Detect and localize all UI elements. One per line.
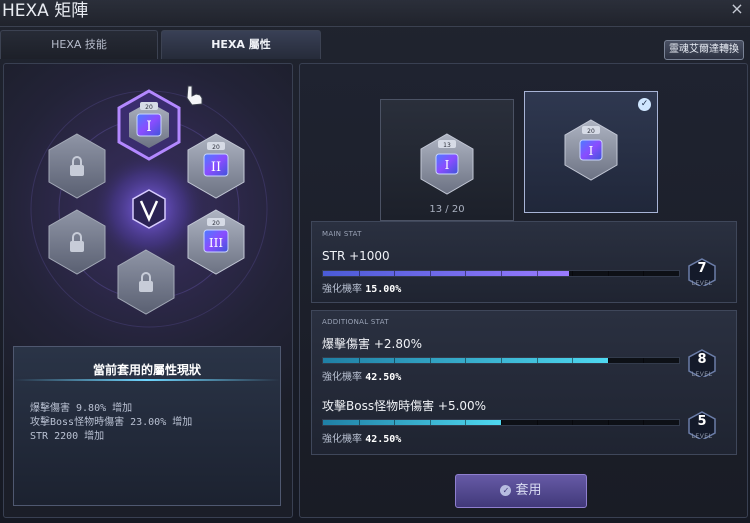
additional-stat-bar-2	[322, 419, 680, 426]
bar-segment-tick	[643, 271, 645, 276]
node-numeral: II	[211, 160, 221, 175]
bar-segment-tick	[429, 358, 431, 363]
hexa-v-emblem-icon	[132, 189, 166, 229]
probability-label: 強化機率	[322, 284, 362, 295]
bar-segment-tick	[465, 358, 467, 363]
additional-stat-level-badge-1: 8 LEVEL	[687, 349, 717, 378]
bar-segment-tick	[536, 420, 538, 425]
additional-stat-box: ADDITIONAL STAT 爆擊傷害 +2.80% 強化機率 42.50% …	[311, 310, 737, 455]
bar-segment-tick	[572, 358, 574, 363]
main-stat-name: STR +1000	[322, 249, 390, 263]
hexa-matrix-panel: I 20 II 20 III 20 當前套用的屬性現狀 爆擊傷害 9.80% 增…	[3, 63, 293, 518]
additional-stat-name-2: 攻擊Boss怪物時傷害 +5.00%	[322, 399, 487, 413]
node-level: 20	[145, 104, 153, 111]
status-divider	[14, 379, 280, 381]
bar-segment-tick	[643, 358, 645, 363]
bar-segment-tick	[501, 358, 502, 363]
bar-segment-tick	[358, 271, 360, 276]
probability-value: 15.00%	[365, 284, 402, 295]
additional-stat-label: ADDITIONAL STAT	[322, 318, 389, 326]
bar-segment-tick	[394, 271, 396, 276]
bar-segment-tick	[536, 271, 538, 276]
status-title: 當前套用的屬性現狀	[92, 363, 201, 377]
soul-erda-convert-button[interactable]: 靈魂艾爾達轉換	[664, 40, 744, 60]
stat-detail-panel: I 13 13 / 20 ✓ I 20 MAIN STAT STR +1000	[299, 63, 748, 518]
additional-stat-probability-2: 強化機率 42.50%	[322, 430, 401, 445]
hand-cursor-icon	[186, 85, 203, 106]
bar-segment-tick	[572, 420, 574, 425]
apply-button-label: 套用	[515, 483, 542, 498]
apply-button[interactable]: ✓ 套用	[455, 474, 587, 508]
bar-segment-tick	[607, 358, 609, 363]
status-item: 爆擊傷害 9.80% 增加	[30, 403, 133, 414]
tab-hexa-skill[interactable]: HEXA 技能	[0, 30, 158, 59]
additional-stat-bar-fill-2	[323, 420, 501, 425]
node-level: 20	[587, 128, 595, 135]
bar-segment-tick	[607, 271, 609, 276]
check-icon: ✓	[638, 98, 651, 111]
hexa-node-1[interactable]: I 20	[117, 89, 181, 161]
bar-segment-tick	[607, 420, 609, 425]
window-title: HEXA 矩陣	[2, 1, 89, 21]
bar-segment-tick	[643, 420, 645, 425]
current-core-card[interactable]: I 13 13 / 20	[380, 99, 514, 221]
bar-segment-tick	[429, 271, 431, 276]
bar-segment-tick	[429, 420, 431, 425]
probability-label: 強化機率	[322, 434, 362, 445]
status-item: STR 2200 增加	[30, 431, 105, 442]
bar-segment-tick	[536, 358, 538, 363]
bar-segment-tick	[358, 420, 360, 425]
tab-hexa-stat[interactable]: HEXA 屬性	[161, 30, 321, 59]
main-stat-level-badge: 7 LEVEL	[687, 258, 717, 287]
titlebar: HEXA 矩陣 ×	[0, 0, 750, 27]
bar-segment-tick	[394, 358, 396, 363]
bar-segment-tick	[465, 271, 467, 276]
level-word: LEVEL	[691, 433, 713, 440]
additional-stat-probability-1: 強化機率 42.50%	[322, 368, 401, 383]
node-numeral: I	[445, 158, 450, 172]
additional-stat-level-1: 8	[697, 352, 707, 367]
core-hex-icon: I 13	[420, 133, 474, 195]
level-word: LEVEL	[691, 280, 713, 287]
probability-value: 42.50%	[365, 434, 402, 445]
bar-segment-tick	[358, 358, 360, 363]
next-core-card[interactable]: ✓ I 20	[524, 91, 658, 213]
main-stat-bar-fill	[323, 271, 569, 276]
hexa-matrix-graphic: I 20 II 20 III 20	[30, 85, 268, 328]
main-stat-level: 7	[697, 261, 707, 276]
additional-stat-level-2: 5	[697, 414, 707, 429]
level-word: LEVEL	[691, 371, 713, 378]
node-level: 20	[212, 144, 220, 151]
node-numeral: I	[146, 119, 152, 135]
core-hex-icon: I 20	[564, 119, 618, 181]
additional-stat-name-1: 爆擊傷害 +2.80%	[322, 337, 422, 351]
probability-value: 42.50%	[365, 372, 402, 383]
probability-label: 強化機率	[322, 372, 362, 383]
core-level-text: 13 / 20	[429, 204, 465, 215]
main-stat-label: MAIN STAT	[322, 230, 362, 238]
node-numeral: I	[589, 144, 594, 158]
bar-segment-tick	[394, 420, 396, 425]
additional-stat-bar-1	[322, 357, 680, 364]
main-stat-box: MAIN STAT STR +1000 強化機率 15.00% 7 LEVEL	[311, 221, 737, 303]
main-stat-probability: 強化機率 15.00%	[322, 280, 401, 295]
bar-segment-tick	[465, 420, 467, 425]
main-stat-bar	[322, 270, 680, 277]
additional-stat-level-badge-2: 5 LEVEL	[687, 411, 717, 440]
applied-stat-status-box: 當前套用的屬性現狀 爆擊傷害 9.80% 增加 攻擊Boss怪物時傷害 23.0…	[13, 346, 281, 506]
check-circle-icon: ✓	[500, 485, 512, 496]
node-numeral: III	[209, 236, 223, 250]
node-level: 13	[443, 142, 451, 149]
status-item: 攻擊Boss怪物時傷害 23.00% 增加	[30, 417, 193, 428]
close-icon[interactable]: ×	[728, 0, 746, 18]
bar-segment-tick	[501, 271, 502, 276]
hexa-matrix-window: HEXA 矩陣 × HEXA 技能 HEXA 屬性 靈魂艾爾達轉換 I 20 I…	[0, 0, 750, 523]
node-level: 20	[212, 220, 220, 227]
bar-segment-tick	[572, 271, 574, 276]
bar-segment-tick	[501, 420, 502, 425]
